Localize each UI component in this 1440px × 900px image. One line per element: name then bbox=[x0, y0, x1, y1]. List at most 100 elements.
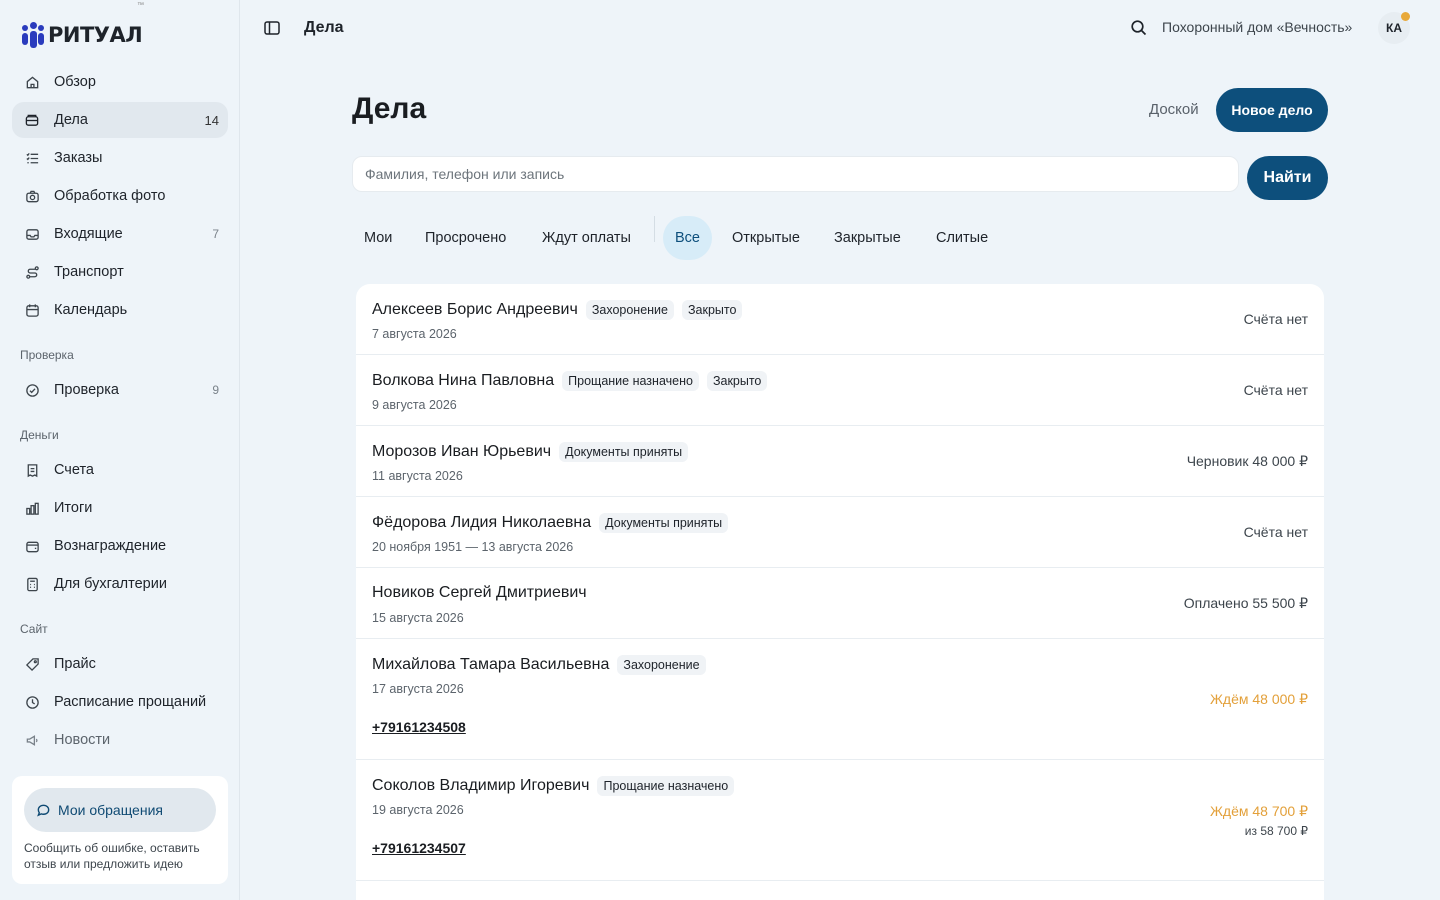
case-name[interactable]: Соколов Владимир Игоревич bbox=[372, 777, 589, 795]
tab-overdue[interactable]: Просрочено bbox=[425, 216, 506, 260]
sidebar-item-label: Календарь bbox=[54, 302, 128, 318]
board-view-link[interactable]: Доской bbox=[1149, 101, 1199, 118]
tab-closed[interactable]: Закрытые bbox=[834, 216, 901, 260]
case-row-partial[interactable] bbox=[356, 881, 1324, 900]
cases-count-badge: 14 bbox=[204, 112, 219, 128]
my-requests-button[interactable]: Мои обращения bbox=[24, 788, 216, 832]
sidebar-item-label: Расписание прощаний bbox=[54, 694, 207, 710]
tab-merged[interactable]: Слитые bbox=[936, 216, 988, 260]
inbox-icon bbox=[24, 226, 40, 242]
organization-name[interactable]: Похоронный дом «Вечность» bbox=[1162, 19, 1352, 35]
sidebar: РИТУАЛ ™ Обзор Дела 14 Заказы Обработка … bbox=[0, 0, 240, 900]
case-phone-link[interactable]: +79161234507 bbox=[372, 840, 466, 856]
chat-bubble-icon bbox=[36, 803, 51, 818]
sidebar-item-cases[interactable]: Дела 14 bbox=[12, 102, 228, 138]
case-payment-status: Счёта нет bbox=[1243, 524, 1308, 540]
sidebar-item-label: Проверка bbox=[54, 382, 119, 398]
calculator-icon bbox=[24, 576, 40, 592]
case-row[interactable]: Алексеев Борис Андреевич Захоронение Зак… bbox=[356, 284, 1324, 355]
tab-open[interactable]: Открытые bbox=[732, 216, 800, 260]
notification-dot bbox=[1401, 12, 1410, 21]
feedback-hint: Сообщить об ошибке, оставить отзыв или п… bbox=[24, 841, 200, 871]
case-payment-status: Оплачено 55 500 ₽ bbox=[1183, 595, 1308, 611]
logo-mark-icon bbox=[22, 22, 44, 48]
search-input[interactable] bbox=[352, 156, 1239, 192]
sidebar-item-label: Транспорт bbox=[54, 264, 124, 280]
case-name[interactable]: Алексеев Борис Андреевич bbox=[372, 301, 578, 319]
case-payment-status: Ждём 48 000 ₽ bbox=[1209, 691, 1308, 707]
sidebar-item-label: Для бухгалтерии bbox=[54, 576, 167, 592]
case-row[interactable]: Морозов Иван Юрьевич Документы приняты 1… bbox=[356, 426, 1324, 497]
route-icon bbox=[24, 264, 40, 280]
tabs-divider bbox=[654, 216, 655, 242]
sidebar-item-check[interactable]: Проверка 9 bbox=[12, 372, 228, 408]
case-row[interactable]: Фёдорова Лидия Николаевна Документы прин… bbox=[356, 497, 1324, 568]
clock-icon bbox=[24, 694, 40, 710]
section-label-site: Сайт bbox=[20, 622, 48, 636]
sidebar-item-photo[interactable]: Обработка фото bbox=[12, 178, 228, 214]
app-logo[interactable]: РИТУАЛ bbox=[22, 22, 143, 48]
case-badge: Захоронение bbox=[617, 655, 706, 675]
case-payment-status: Счёта нет bbox=[1243, 311, 1308, 327]
find-button[interactable]: Найти bbox=[1247, 156, 1328, 200]
sidebar-item-transport[interactable]: Транспорт bbox=[12, 254, 228, 290]
case-name[interactable]: Новиков Сергей Дмитриевич bbox=[372, 584, 587, 602]
sidebar-item-inbox[interactable]: Входящие 7 bbox=[12, 216, 228, 252]
topbar-title: Дела bbox=[304, 19, 344, 36]
case-name[interactable]: Михайлова Тамара Васильевна bbox=[372, 656, 609, 674]
case-row[interactable]: Новиков Сергей Дмитриевич 15 августа 202… bbox=[356, 568, 1324, 639]
case-row[interactable]: Волкова Нина Павловна Прощание назначено… bbox=[356, 355, 1324, 426]
check-circle-icon bbox=[24, 382, 40, 398]
sidebar-item-reward[interactable]: Вознаграждение bbox=[12, 528, 228, 564]
case-date: 9 августа 2026 bbox=[372, 398, 457, 412]
case-badge: Документы приняты bbox=[559, 442, 689, 462]
case-badge: Прощание назначено bbox=[562, 371, 699, 391]
search-icon[interactable] bbox=[1130, 19, 1148, 37]
case-payment-total: из 58 700 ₽ bbox=[1244, 824, 1308, 838]
sidebar-item-calendar[interactable]: Календарь bbox=[12, 292, 228, 328]
sidebar-item-overview[interactable]: Обзор bbox=[12, 64, 228, 100]
sidebar-item-orders[interactable]: Заказы bbox=[12, 140, 228, 176]
calendar-icon bbox=[24, 302, 40, 318]
sidebar-item-totals[interactable]: Итоги bbox=[12, 490, 228, 526]
case-name[interactable]: Фёдорова Лидия Николаевна bbox=[372, 514, 591, 532]
sidebar-toggle-button[interactable] bbox=[262, 19, 282, 37]
sidebar-item-price[interactable]: Прайс bbox=[12, 646, 228, 682]
case-date: 7 августа 2026 bbox=[372, 327, 457, 341]
case-badge: Закрыто bbox=[682, 300, 743, 320]
sidebar-item-label: Прайс bbox=[54, 656, 96, 672]
tab-all[interactable]: Все bbox=[663, 216, 712, 260]
page-title: Дела bbox=[352, 92, 427, 125]
sidebar-item-news[interactable]: Новости bbox=[12, 722, 228, 758]
sidebar-item-label: Счета bbox=[54, 462, 94, 478]
sidebar-item-label: Входящие bbox=[54, 226, 123, 242]
case-phone-link[interactable]: +79161234508 bbox=[372, 719, 466, 735]
check-count-badge: 9 bbox=[212, 383, 219, 397]
sidebar-item-label: Обработка фото bbox=[54, 188, 166, 204]
logo-text: РИТУАЛ bbox=[48, 23, 143, 47]
inbox-count-badge: 7 bbox=[212, 227, 219, 241]
case-name[interactable]: Волкова Нина Павловна bbox=[372, 372, 554, 390]
receipt-icon bbox=[24, 462, 40, 478]
sidebar-item-label: Новости bbox=[54, 732, 111, 748]
case-date: 15 августа 2026 bbox=[372, 611, 464, 625]
my-requests-label: Мои обращения bbox=[58, 802, 163, 818]
case-date: 17 августа 2026 bbox=[372, 682, 464, 696]
new-case-button[interactable]: Новое дело bbox=[1216, 88, 1328, 132]
case-name[interactable]: Морозов Иван Юрьевич bbox=[372, 443, 551, 461]
case-row[interactable]: Соколов Владимир Игоревич Прощание назна… bbox=[356, 760, 1324, 881]
case-date: 11 августа 2026 bbox=[372, 469, 463, 483]
sidebar-item-label: Заказы bbox=[54, 150, 103, 166]
case-badge: Закрыто bbox=[706, 371, 768, 391]
case-payment-status: Черновик 48 000 ₽ bbox=[1186, 453, 1308, 469]
sidebar-item-accounting[interactable]: Для бухгалтерии bbox=[12, 566, 228, 602]
tab-awaiting-payment[interactable]: Ждут оплаты bbox=[542, 216, 631, 260]
tab-mine[interactable]: Мои bbox=[364, 216, 392, 260]
case-payment-status: Счёта нет bbox=[1243, 382, 1308, 398]
case-badge: Захоронение bbox=[585, 300, 674, 320]
sidebar-item-invoices[interactable]: Счета bbox=[12, 452, 228, 488]
sidebar-item-label: Дела bbox=[54, 112, 88, 128]
sidebar-item-label: Итоги bbox=[54, 500, 93, 516]
sidebar-item-schedule[interactable]: Расписание прощаний bbox=[12, 684, 228, 720]
case-row[interactable]: Михайлова Тамара Васильевна Захоронение … bbox=[356, 639, 1324, 760]
